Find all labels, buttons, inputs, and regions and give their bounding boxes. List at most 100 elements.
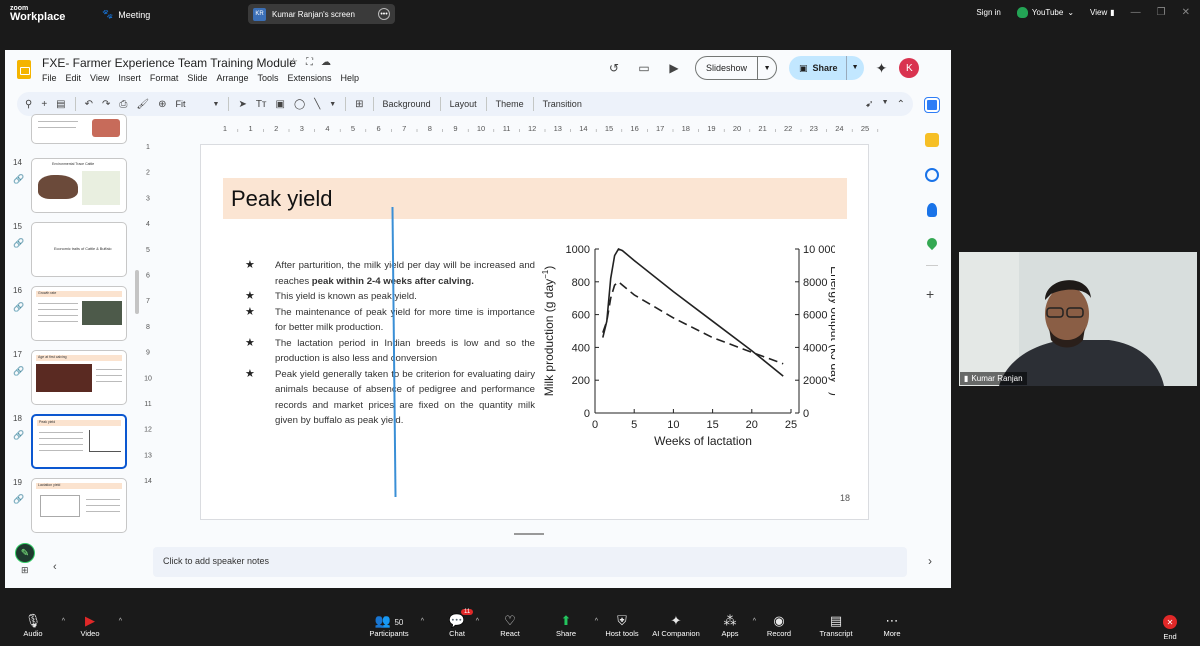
menu-extensions[interactable]: Extensions xyxy=(287,73,331,83)
star-icon[interactable]: ☆ xyxy=(289,57,298,68)
youtube-stream[interactable]: YouTube ⌄ xyxy=(1016,7,1074,18)
maps-icon[interactable] xyxy=(924,235,940,251)
share-button[interactable]: ▣ Share ▼ xyxy=(789,56,864,80)
react-button[interactable]: ♡ React xyxy=(480,612,540,638)
meet-camera-icon[interactable]: ▶ xyxy=(665,59,683,77)
text-box-icon[interactable]: Tт xyxy=(256,99,267,110)
menu-format[interactable]: Format xyxy=(150,73,179,83)
collapse-toolbar-icon[interactable]: ⌃ xyxy=(897,99,905,110)
slide-thumbnail-17[interactable]: Age at first calving xyxy=(31,350,127,405)
print-icon[interactable]: ⎙ xyxy=(119,99,127,110)
slide-thumbnail-13[interactable] xyxy=(31,114,127,144)
account-avatar[interactable]: K xyxy=(899,58,920,78)
ai-companion-button[interactable]: ✦ AI Companion xyxy=(646,612,706,638)
document-title[interactable]: FXE- Farmer Experience Team Training Mod… xyxy=(42,56,296,70)
chat-button[interactable]: 💬 11 Chat ^ xyxy=(427,609,487,638)
chevron-down-icon[interactable]: ▼ xyxy=(758,65,776,72)
add-addon-icon[interactable]: + xyxy=(926,286,934,302)
tasks-icon[interactable] xyxy=(925,168,939,182)
search-icon[interactable]: ⚲ xyxy=(25,99,32,110)
menu-help[interactable]: Help xyxy=(341,73,360,83)
comment-icon[interactable]: ▭ xyxy=(635,59,653,77)
audio-button[interactable]: 🎙 Audio ^ xyxy=(3,612,65,638)
slide-thumbnail-19[interactable]: Lactation yield xyxy=(31,478,127,533)
menu-arrange[interactable]: Arrange xyxy=(216,73,248,83)
google-slides-logo-icon[interactable] xyxy=(17,60,31,79)
zoom-select[interactable]: Fit xyxy=(176,99,186,109)
cloud-saved-icon[interactable]: ☁ xyxy=(321,57,331,68)
history-icon[interactable]: ↺ xyxy=(605,59,623,77)
slide-thumbnail-16[interactable]: Growth rate xyxy=(31,286,127,341)
more-options-icon[interactable]: ••• xyxy=(378,8,390,20)
chevron-up-icon[interactable]: ^ xyxy=(421,618,424,625)
sign-in-link[interactable]: Sign in xyxy=(976,8,1000,17)
move-folder-icon[interactable]: ⛶ xyxy=(306,57,313,68)
video-button[interactable]: ▶ Video ^ xyxy=(60,612,122,638)
chevron-down-icon[interactable]: ▼ xyxy=(329,101,336,108)
host-tools-button[interactable]: ⛨ Host tools xyxy=(592,612,652,638)
image-icon[interactable]: ▣ xyxy=(276,99,285,110)
line-icon[interactable]: ╲ xyxy=(314,99,320,110)
filmstrip-scrollbar[interactable] xyxy=(135,270,139,314)
view-menu[interactable]: View ▮ xyxy=(1090,8,1115,17)
end-meeting-button[interactable]: ✕ End xyxy=(1140,615,1200,641)
chevron-down-icon[interactable]: ▼ xyxy=(845,56,864,80)
background-button[interactable]: Background xyxy=(383,99,431,109)
meeting-tab[interactable]: 🐾 Meeting xyxy=(102,9,150,20)
close-icon[interactable]: ✕ xyxy=(1182,7,1190,18)
new-slide-icon[interactable]: + xyxy=(41,99,47,110)
shared-screen-indicator[interactable]: KR Kumar Ranjan's screen ••• xyxy=(248,4,395,24)
theme-button[interactable]: Theme xyxy=(496,99,524,109)
expand-panel-icon[interactable]: › xyxy=(928,554,932,568)
slide-thumbnail-14[interactable]: Environmental Trace Cattle xyxy=(31,158,127,213)
chevron-down-icon[interactable]: ▼ xyxy=(213,101,220,108)
layout-preview-icon[interactable]: ▤ xyxy=(56,99,65,110)
chevron-down-icon[interactable]: ▼ xyxy=(882,99,889,110)
menu-view[interactable]: View xyxy=(90,73,109,83)
undo-icon[interactable]: ↶ xyxy=(85,99,93,110)
zoom-icon[interactable]: ⊕ xyxy=(158,99,166,110)
redo-icon[interactable]: ↷ xyxy=(102,99,110,110)
layout-button[interactable]: Layout xyxy=(450,99,477,109)
collapse-filmstrip-icon[interactable]: ‹ xyxy=(53,561,57,573)
slides-panel-icon[interactable] xyxy=(924,97,940,113)
select-cursor-icon[interactable]: ➤ xyxy=(238,99,246,110)
notes-resize-handle[interactable] xyxy=(514,533,544,535)
add-comment-icon[interactable]: ⊞ xyxy=(355,99,363,110)
menu-tools[interactable]: Tools xyxy=(257,73,278,83)
more-button[interactable]: ⋯ More xyxy=(862,612,922,638)
slideshow-button[interactable]: Slideshow ▼ xyxy=(695,56,778,80)
transition-button[interactable]: Transition xyxy=(543,99,582,109)
slide-canvas[interactable]: Peak yield ★ After parturition, the milk … xyxy=(200,144,869,520)
paint-format-icon[interactable]: 🖌 xyxy=(136,99,149,110)
annotate-pen-icon[interactable]: ✎ xyxy=(15,543,35,563)
top-right-controls: Sign in YouTube ⌄ View ▮ — ❐ ✕ xyxy=(976,7,1190,18)
chevron-up-icon[interactable]: ^ xyxy=(476,618,479,625)
participant-video[interactable]: ▮ Kumar Ranjan xyxy=(959,252,1197,386)
restore-icon[interactable]: ❐ xyxy=(1157,7,1166,18)
gemini-sparkle-icon[interactable]: ✦ xyxy=(876,60,888,77)
grid-view-icon[interactable]: ⊞ xyxy=(21,565,29,576)
record-button[interactable]: ◉ Record xyxy=(749,612,809,638)
shape-icon[interactable]: ◯ xyxy=(294,99,305,110)
slide-thumbnail-15[interactable]: Economic traits of Cattle & Buffalo xyxy=(31,222,127,277)
chevron-up-icon[interactable]: ^ xyxy=(119,618,122,625)
slide-title[interactable]: Peak yield xyxy=(231,186,333,212)
participants-button[interactable]: 👥 50 Participants ^ xyxy=(359,612,424,638)
menu-file[interactable]: File xyxy=(42,73,57,83)
keep-icon[interactable] xyxy=(925,133,939,147)
slide-thumbnail-18-selected[interactable]: Peak yield xyxy=(31,414,127,469)
contacts-icon[interactable] xyxy=(927,203,937,217)
menu-insert[interactable]: Insert xyxy=(118,73,141,83)
toolbar-divider xyxy=(228,97,230,111)
participant-video-frame xyxy=(959,252,1197,386)
menu-edit[interactable]: Edit xyxy=(66,73,82,83)
bullet-list[interactable]: ★ After parturition, the milk yield per d… xyxy=(245,258,535,429)
menu-slide[interactable]: Slide xyxy=(187,73,207,83)
speaker-notes[interactable]: Click to add speaker notes xyxy=(153,547,907,577)
minimize-icon[interactable]: — xyxy=(1131,7,1141,18)
bullet-item: ★ The lactation period in Indian breeds i… xyxy=(245,336,535,367)
pen-tool-icon[interactable]: ➹ xyxy=(865,99,873,110)
share-screen-button[interactable]: ⬆ Share ^ xyxy=(536,612,598,638)
transcript-button[interactable]: ▤ Transcript xyxy=(806,612,866,638)
